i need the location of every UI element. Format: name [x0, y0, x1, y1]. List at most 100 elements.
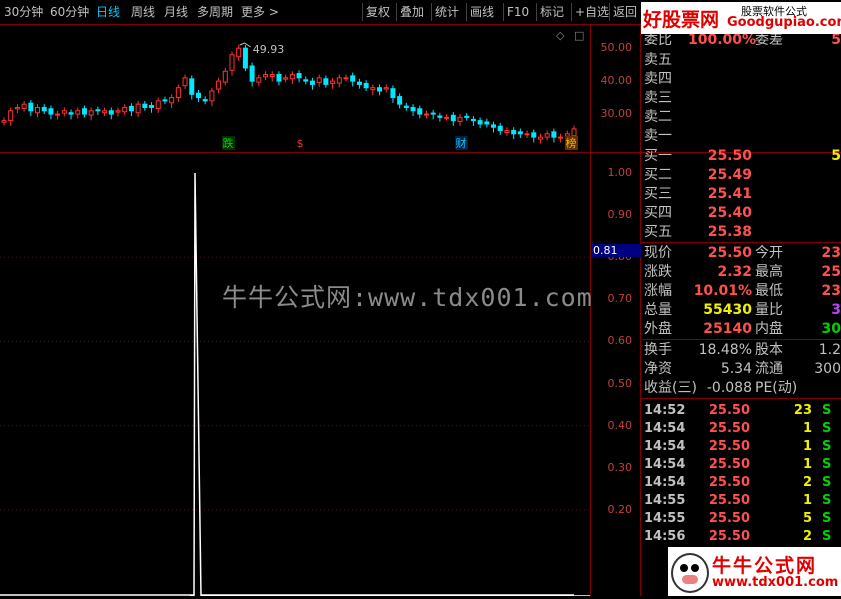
stat-value-2: 3	[831, 302, 841, 318]
sell-label: 卖四	[644, 71, 672, 87]
toolbar-button-4[interactable]: F10	[507, 4, 529, 20]
price-axis-label: 30.00	[600, 107, 633, 121]
event-marker[interactable]: $	[294, 136, 307, 150]
candle	[102, 107, 108, 117]
stat-value: 2.32	[717, 264, 752, 280]
toolbar-button-0[interactable]: 复权	[366, 4, 390, 20]
stat-label: 涨幅	[644, 283, 672, 299]
buy-label: 买五	[644, 224, 672, 240]
stat-label: 涨跌	[644, 264, 672, 280]
stat-value: 55430	[703, 302, 752, 318]
toolbar-button-6[interactable]: +自选	[575, 4, 609, 20]
sell-row[interactable]: 卖一	[642, 127, 841, 146]
sell-row[interactable]: 卖三	[642, 89, 841, 108]
toolbar-button-1[interactable]: 叠加	[400, 4, 424, 20]
price-axis-label: 50.00	[600, 41, 633, 55]
tick-time: 14:52	[644, 403, 686, 418]
quote-panel: 委比 100.00% 委差 5 卖五 卖四 卖三 卖二 卖一 买一 25.50 5 买二 25.49 买三 2…	[590, 24, 841, 596]
tick-side: S	[822, 457, 832, 472]
tick-volume: 1	[802, 421, 812, 436]
logo-goodgupiao: 好股票网 股票软件公式 Goodgupiao.com	[641, 2, 841, 34]
toolbar-period-3[interactable]: 周线	[131, 4, 155, 20]
indicator-chart[interactable]	[0, 153, 590, 597]
buy-row[interactable]: 买四 25.40	[642, 204, 841, 223]
tick-volume: 1	[802, 493, 812, 508]
candle	[343, 74, 349, 82]
stat-label-2: 量比	[755, 302, 783, 318]
toolbar-button-2[interactable]: 统计	[435, 4, 459, 20]
candle	[517, 128, 523, 139]
buy-row[interactable]: 买一 25.50 5	[642, 147, 841, 166]
candle	[450, 112, 456, 126]
tick-volume: 1	[802, 439, 812, 454]
toolbar-separator	[466, 3, 467, 21]
tick-side: S	[822, 439, 832, 454]
candle	[457, 114, 463, 126]
sell-row[interactable]: 卖五	[642, 51, 841, 70]
fund-label-2: 股本	[755, 342, 783, 358]
stat-value-2: 25	[821, 264, 841, 280]
buy-row[interactable]: 买二 25.49	[642, 166, 841, 185]
fund-value-2: 1.2	[818, 342, 841, 358]
candle	[296, 70, 302, 83]
toolbar-period-4[interactable]: 月线	[164, 4, 188, 20]
buy-row[interactable]: 买五 25.38	[642, 223, 841, 242]
sell-row[interactable]: 卖四	[642, 70, 841, 89]
fundamentals-row: 换手 18.48% 股本 1.2	[642, 341, 841, 360]
sell-row[interactable]: 卖二	[642, 108, 841, 127]
indicator-axis-label: 0.90	[607, 208, 633, 222]
buy-row[interactable]: 买三 25.41	[642, 185, 841, 204]
toolbar-period-2[interactable]: 日线	[96, 4, 120, 20]
candle	[21, 100, 27, 112]
toolbar-button-3[interactable]: 画线	[470, 4, 494, 20]
candle	[477, 117, 483, 129]
fund-value-2: 300	[814, 361, 841, 377]
candle	[444, 114, 450, 121]
candle	[383, 84, 389, 93]
candle	[249, 62, 255, 87]
fund-value: -0.088	[706, 380, 752, 396]
tick-volume: 1	[802, 457, 812, 472]
stats-row: 涨幅 10.01% 最低 23	[642, 282, 841, 301]
toolbar-separator	[536, 3, 537, 21]
candle	[88, 107, 94, 121]
indicator-axis-label: 0.40	[607, 418, 633, 432]
buy-price: 25.40	[707, 205, 752, 221]
toolbar-button-7[interactable]: 返回	[613, 4, 637, 20]
toolbar-button-5[interactable]: 标记	[540, 4, 564, 20]
toolbar-period-1[interactable]: 60分钟	[50, 4, 89, 20]
candle	[14, 104, 20, 114]
event-marker-label: 财	[456, 136, 467, 150]
stat-label-2: 今开	[755, 245, 783, 261]
toolbar-period-0[interactable]: 30分钟	[4, 4, 43, 20]
indicator-axis-label: 0.30	[607, 460, 633, 474]
fund-value: 18.48%	[698, 342, 752, 358]
event-marker[interactable]: 财	[455, 136, 468, 150]
candlestick-chart[interactable]: 49.93 跌 $ 财 榜	[0, 25, 590, 152]
toolbar-period-5[interactable]: 多周期	[197, 4, 233, 20]
indicator-panel	[0, 153, 590, 597]
candle	[537, 133, 543, 144]
tick-price: 25.50	[708, 457, 750, 472]
stat-label-2: 最高	[755, 264, 783, 280]
tick-time: 14:54	[644, 421, 686, 436]
stats-row: 总量 55430 量比 3	[642, 301, 841, 320]
toolbar-period-6[interactable]: 更多 >	[241, 4, 279, 20]
fundamentals-row: 净资 5.34 流通 300	[642, 360, 841, 379]
tick-volume: 2	[802, 529, 812, 544]
buy-price: 25.41	[707, 186, 752, 202]
logo-top-url: Goodgupiao.com	[727, 15, 841, 30]
event-marker[interactable]: 跌	[222, 136, 235, 150]
toolbar-separator	[609, 3, 610, 21]
event-marker[interactable]: 榜	[565, 136, 578, 150]
fund-label-2: 流通	[755, 361, 783, 377]
candle	[115, 107, 121, 117]
stat-label: 总量	[644, 302, 672, 318]
tick-time: 14:54	[644, 475, 686, 490]
stat-value-2: 23	[821, 283, 841, 299]
stat-value: 25140	[703, 321, 752, 337]
stats-row: 涨跌 2.32 最高 25	[642, 263, 841, 282]
stat-value-2: 30	[821, 321, 841, 337]
tick-side: S	[822, 475, 832, 490]
candle	[397, 93, 403, 109]
